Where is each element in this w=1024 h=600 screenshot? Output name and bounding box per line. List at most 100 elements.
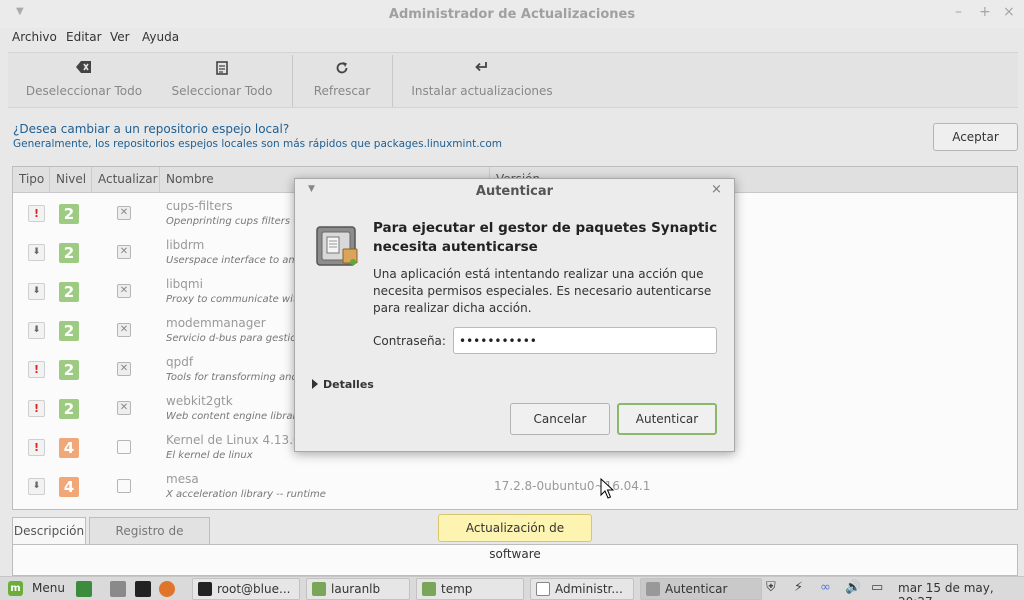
taskbar-item-temp[interactable]: temp xyxy=(416,578,524,600)
taskbar-item-terminal[interactable]: root@blue... xyxy=(192,578,300,600)
package-name: Kernel de Linux 4.13.0- xyxy=(166,433,305,447)
level-badge: 4 xyxy=(59,477,79,497)
deselect-all-button[interactable]: Deseleccionar Todo xyxy=(20,53,148,109)
password-label: Contraseña: xyxy=(373,334,446,348)
dialog-title: Autenticar xyxy=(475,184,554,199)
close-icon[interactable]: × xyxy=(1003,4,1015,20)
security-update-icon: ! xyxy=(28,439,45,456)
update-checkbox[interactable]: ✕ xyxy=(117,401,131,415)
package-description: Tools for transforming and i xyxy=(166,372,304,383)
authenticate-button[interactable]: Autenticar xyxy=(617,403,717,435)
level-badge: 2 xyxy=(59,321,79,341)
column-nivel[interactable]: Nivel xyxy=(50,167,92,193)
menu-ayuda[interactable]: Ayuda xyxy=(142,30,179,44)
table-row[interactable]: ⬇ 4 mesa X acceleration library -- runtime 1… xyxy=(13,467,1017,506)
level-badge: 4 xyxy=(59,438,79,458)
clear-icon xyxy=(20,61,148,77)
toolbar-separator xyxy=(392,55,393,107)
document-icon xyxy=(166,61,278,77)
show-desktop-icon[interactable] xyxy=(76,581,92,597)
menu-button[interactable]: m Menu xyxy=(4,578,68,600)
install-updates-button[interactable]: Instalar actualizaciones xyxy=(406,53,558,109)
volume-tray-icon[interactable]: 🔊 xyxy=(845,580,861,595)
network-tray-icon[interactable]: ⚡ xyxy=(794,580,803,595)
dialog-close-icon[interactable]: × xyxy=(711,182,722,197)
select-all-button[interactable]: Seleccionar Todo xyxy=(166,53,278,109)
refresh-icon xyxy=(300,61,384,77)
package-name: mesa xyxy=(166,472,199,486)
level-badge: 2 xyxy=(59,243,79,263)
shield-tray-icon[interactable]: ⛨ xyxy=(766,580,776,595)
firefox-launcher-icon[interactable] xyxy=(159,581,175,597)
details-expander[interactable]: Detalles xyxy=(312,378,374,391)
package-version: 17.2.8-0ubuntu0~16.04.1 xyxy=(494,479,651,493)
update-checkbox[interactable]: ✕ xyxy=(117,362,131,376)
shield-icon xyxy=(536,582,550,596)
update-checkbox[interactable] xyxy=(117,479,131,493)
mirror-question: ¿Desea cambiar a un repositorio espejo l… xyxy=(13,122,290,136)
tab-registro-cambios[interactable]: Registro de cambios xyxy=(89,517,210,564)
bluetooth-tray-icon[interactable]: ∞ xyxy=(820,580,831,595)
files-launcher-icon[interactable] xyxy=(110,581,126,597)
mint-logo-icon: m xyxy=(8,581,23,596)
cancel-button[interactable]: Cancelar xyxy=(510,403,610,435)
dialog-heading: Para ejecutar el gestor de paquetes Syna… xyxy=(373,220,718,255)
tooltip: Actualización de software xyxy=(438,514,592,561)
lock-icon xyxy=(646,582,660,596)
taskbar-item-lauranlb[interactable]: lauranlb xyxy=(306,578,410,600)
update-checkbox[interactable]: ✕ xyxy=(117,284,131,298)
auth-dialog: ▼ Autenticar × Para ejecutar el gestor d… xyxy=(294,178,735,452)
toolbar: Deseleccionar Todo Seleccionar Todo Refr… xyxy=(8,52,1018,108)
taskbar-item-authenticate[interactable]: Autenticar xyxy=(640,578,762,600)
package-name: webkit2gtk xyxy=(166,394,233,408)
package-description: X acceleration library -- runtime xyxy=(166,489,326,500)
menu-ver[interactable]: Ver xyxy=(110,30,130,44)
update-checkbox[interactable] xyxy=(117,440,131,454)
package-name: cups-filters xyxy=(166,199,233,213)
package-name: libdrm xyxy=(166,238,205,252)
level-badge: 2 xyxy=(59,360,79,380)
taskbar-item-update-manager[interactable]: Administr... xyxy=(530,578,634,600)
password-field[interactable] xyxy=(453,327,717,354)
window-title: Administrador de Actualizaciones xyxy=(388,7,636,22)
minimize-icon[interactable]: – xyxy=(955,4,962,20)
security-update-icon: ! xyxy=(28,361,45,378)
refresh-button[interactable]: Refrescar xyxy=(300,53,384,109)
update-checkbox[interactable]: ✕ xyxy=(117,323,131,337)
package-update-icon: ⬇ xyxy=(28,283,45,300)
menubar: Archivo Editar Ver Ayuda xyxy=(0,28,1024,50)
package-description: El kernel de linux xyxy=(166,450,253,461)
level-badge: 2 xyxy=(59,282,79,302)
dialog-body: Una aplicación está intentando realizar … xyxy=(373,267,712,315)
menu-editar[interactable]: Editar xyxy=(66,30,102,44)
folder-icon xyxy=(422,582,436,596)
taskbar: m Menu root@blue... lauranlb temp Admini… xyxy=(0,576,1024,600)
update-checkbox[interactable]: ✕ xyxy=(117,245,131,259)
lock-safe-icon xyxy=(316,226,358,266)
package-description: Openprinting cups filters - m xyxy=(166,216,310,227)
accept-button[interactable]: Aceptar xyxy=(933,123,1018,151)
mirror-detail: Generalmente, los repositorios espejos l… xyxy=(13,138,502,150)
install-icon xyxy=(406,61,558,77)
update-checkbox[interactable]: ✕ xyxy=(117,206,131,220)
clock[interactable]: mar 15 de may, 20:27 xyxy=(898,581,1024,600)
mirror-infobar: ¿Desea cambiar a un repositorio espejo l… xyxy=(0,116,1024,160)
folder-icon xyxy=(312,582,326,596)
column-tipo[interactable]: Tipo xyxy=(13,167,50,193)
battery-tray-icon[interactable]: ▭ xyxy=(871,580,883,595)
package-description: Web content engine library j xyxy=(166,411,309,422)
window-titlebar: ▼ Administrador de Actualizaciones – + × xyxy=(0,0,1024,28)
menu-archivo[interactable]: Archivo xyxy=(12,30,57,44)
security-update-icon: ! xyxy=(28,400,45,417)
expander-arrow-icon xyxy=(312,379,318,389)
maximize-icon[interactable]: + xyxy=(979,4,991,20)
level-badge: 2 xyxy=(59,204,79,224)
mouse-cursor-icon xyxy=(600,478,614,499)
package-update-icon: ⬇ xyxy=(28,478,45,495)
package-description: Servicio d-bus para gestiona xyxy=(166,333,309,344)
package-name: modemmanager xyxy=(166,316,266,330)
column-actualizar[interactable]: Actualizar xyxy=(92,167,160,193)
package-name: libqmi xyxy=(166,277,203,291)
terminal-launcher-icon[interactable] xyxy=(135,581,151,597)
tab-descripcion[interactable]: Descripción xyxy=(12,517,86,545)
